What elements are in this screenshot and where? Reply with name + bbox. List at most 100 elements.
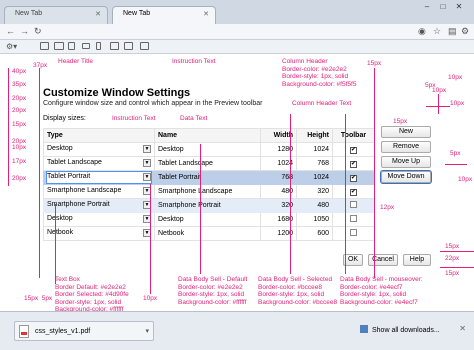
type-select[interactable]: Smartphone Portrait ▼ — [47, 200, 151, 211]
checkbox-icon[interactable] — [350, 201, 357, 208]
desktop-wide-icon[interactable] — [110, 42, 119, 50]
reload-icon[interactable]: ↻ — [34, 26, 42, 37]
height-cell[interactable]: 1050 — [296, 212, 333, 227]
column-header-toolbar[interactable]: Toolbar — [332, 128, 375, 143]
checkbox-icon[interactable]: ✔ — [350, 160, 357, 168]
type-select[interactable]: Desktop ▼ — [47, 214, 151, 225]
type-select[interactable]: Smartphone Landscape ▼ — [47, 186, 151, 197]
move-down-button[interactable]: Move Down — [380, 170, 432, 184]
column-header-width[interactable]: Width — [260, 128, 297, 143]
height-cell[interactable]: 1024 — [296, 170, 333, 185]
maximize-icon[interactable]: □ — [436, 2, 450, 12]
type-cell[interactable]: Desktop ▼ — [43, 212, 155, 227]
name-cell[interactable]: Tablet Landscape — [154, 156, 261, 171]
name-cell[interactable]: Tablet Portrait — [154, 170, 261, 185]
type-cell[interactable]: Tablet Landscape ▼ — [43, 156, 155, 171]
width-cell[interactable]: 1024 — [260, 156, 297, 171]
dropdown-arrow-icon[interactable]: ▼ — [143, 159, 151, 167]
table-row[interactable]: Smartphone Landscape ▼ Smartphone Landscap… — [43, 184, 375, 199]
new-button[interactable]: New — [381, 126, 431, 138]
dropdown-arrow-icon[interactable]: ▼ — [143, 145, 151, 153]
ok-button[interactable]: OK — [343, 254, 363, 266]
table-row[interactable]: Netbook ▼ Netbook 1200 600 — [43, 226, 375, 241]
dropdown-arrow-icon[interactable]: ▼ — [143, 173, 151, 181]
wrench-icon[interactable]: ⚙ — [461, 26, 469, 37]
toolbar-cell — [332, 212, 375, 227]
spacing-label: 10px — [450, 100, 465, 107]
download-item[interactable]: css_styles_v1.pdf ▾ — [14, 321, 154, 341]
move-up-button[interactable]: Move Up — [381, 156, 431, 168]
page-icon[interactable]: ▤ — [448, 26, 457, 37]
width-cell[interactable]: 768 — [260, 170, 297, 185]
extension-icon[interactable]: ◉ — [418, 26, 426, 37]
table-row[interactable]: Tablet Landscape ▼ Tablet Landscape 1024 768… — [43, 156, 375, 171]
star-icon[interactable]: ☆ — [433, 26, 441, 37]
height-cell[interactable]: 1024 — [296, 142, 333, 157]
table-row[interactable]: Tablet Portrait ▼ Tablet Portrait 768 1024 ✔ — [43, 170, 375, 185]
name-cell[interactable]: Desktop — [154, 142, 261, 157]
close-icon[interactable]: ✕ — [95, 10, 101, 18]
type-select[interactable]: Netbook ▼ — [47, 228, 151, 239]
tab-2[interactable]: New Tab ✕ — [112, 6, 216, 24]
guide-line — [8, 68, 9, 186]
width-cell[interactable]: 320 — [260, 198, 297, 213]
type-cell[interactable]: Desktop ▼ — [43, 142, 155, 157]
smartphone-landscape-icon[interactable] — [82, 43, 90, 49]
type-select[interactable]: Tablet Portrait ▼ — [46, 171, 152, 184]
name-cell[interactable]: Netbook — [154, 226, 261, 241]
column-header-height[interactable]: Height — [296, 128, 333, 143]
height-cell[interactable]: 480 — [296, 198, 333, 213]
checkbox-icon[interactable]: ✔ — [350, 174, 357, 182]
width-cell[interactable]: 1200 — [260, 226, 297, 241]
help-button[interactable]: Help — [403, 254, 431, 266]
width-cell[interactable]: 1680 — [260, 212, 297, 227]
table-row[interactable]: Desktop ▼ Desktop 1280 1024 ✔ — [43, 142, 375, 157]
height-cell[interactable]: 600 — [296, 226, 333, 241]
back-icon[interactable]: ← — [6, 26, 15, 37]
type-cell[interactable]: Netbook ▼ — [43, 226, 155, 241]
width-cell[interactable]: 1280 — [260, 142, 297, 157]
checkbox-icon[interactable]: ✔ — [350, 188, 357, 196]
table-row[interactable]: Desktop ▼ Desktop 1680 1050 — [43, 212, 375, 227]
close-window-icon[interactable]: ✕ — [452, 2, 466, 12]
column-header-name[interactable]: Name — [154, 128, 261, 143]
type-cell[interactable]: Tablet Portrait ▼ — [43, 170, 155, 185]
minimize-icon[interactable]: – — [420, 2, 434, 12]
name-cell[interactable]: Smartphone Portrait — [154, 198, 261, 213]
checkbox-icon[interactable] — [350, 215, 357, 222]
width-cell[interactable]: 480 — [260, 184, 297, 199]
downloads-icon — [360, 325, 368, 333]
spacing-label: 17px — [12, 158, 27, 165]
type-cell[interactable]: Smartphone Landscape ▼ — [43, 184, 155, 199]
desktop-icon[interactable] — [40, 42, 49, 50]
tablet-portrait-icon[interactable] — [68, 42, 75, 50]
tablet-landscape-icon[interactable] — [54, 42, 64, 50]
remove-button[interactable]: Remove — [381, 141, 431, 153]
customize-icon[interactable] — [140, 42, 149, 50]
tab-1[interactable]: New Tab ✕ — [4, 6, 108, 24]
table-row[interactable]: Smartphone Portrait ▼ Smartphone Portrait 3… — [43, 198, 375, 213]
type-select[interactable]: Tablet Landscape ▼ — [47, 158, 151, 169]
smartphone-portrait-icon[interactable] — [96, 42, 101, 50]
type-value: Desktop — [47, 145, 73, 152]
forward-icon[interactable]: → — [20, 26, 29, 37]
chevron-down-icon[interactable]: ▾ — [145, 327, 149, 335]
name-cell[interactable]: Desktop — [154, 212, 261, 227]
close-icon[interactable]: ✕ — [203, 10, 209, 18]
annotation-column-header-spec: Column Header Border-color: #e2e2e2 Bord… — [282, 58, 357, 88]
guide-line — [440, 267, 474, 268]
height-cell[interactable]: 768 — [296, 156, 333, 171]
height-cell[interactable]: 320 — [296, 184, 333, 199]
column-header-type[interactable]: Type — [43, 128, 155, 143]
type-select[interactable]: Desktop ▼ — [47, 144, 151, 155]
type-cell[interactable]: Smartphone Portrait ▼ — [43, 198, 155, 213]
checkbox-icon[interactable] — [350, 229, 357, 236]
checkbox-icon[interactable]: ✔ — [350, 146, 357, 154]
show-all-downloads-link[interactable]: Show all downloads... — [360, 325, 440, 334]
type-value: Smartphone Landscape — [47, 187, 122, 194]
close-icon[interactable]: ✕ — [459, 324, 466, 333]
cancel-button[interactable]: Cancel — [368, 254, 398, 266]
settings-icon[interactable]: ⚙▾ — [6, 41, 17, 52]
netbook-icon[interactable] — [124, 42, 133, 50]
name-cell[interactable]: Smartphone Landscape — [154, 184, 261, 199]
